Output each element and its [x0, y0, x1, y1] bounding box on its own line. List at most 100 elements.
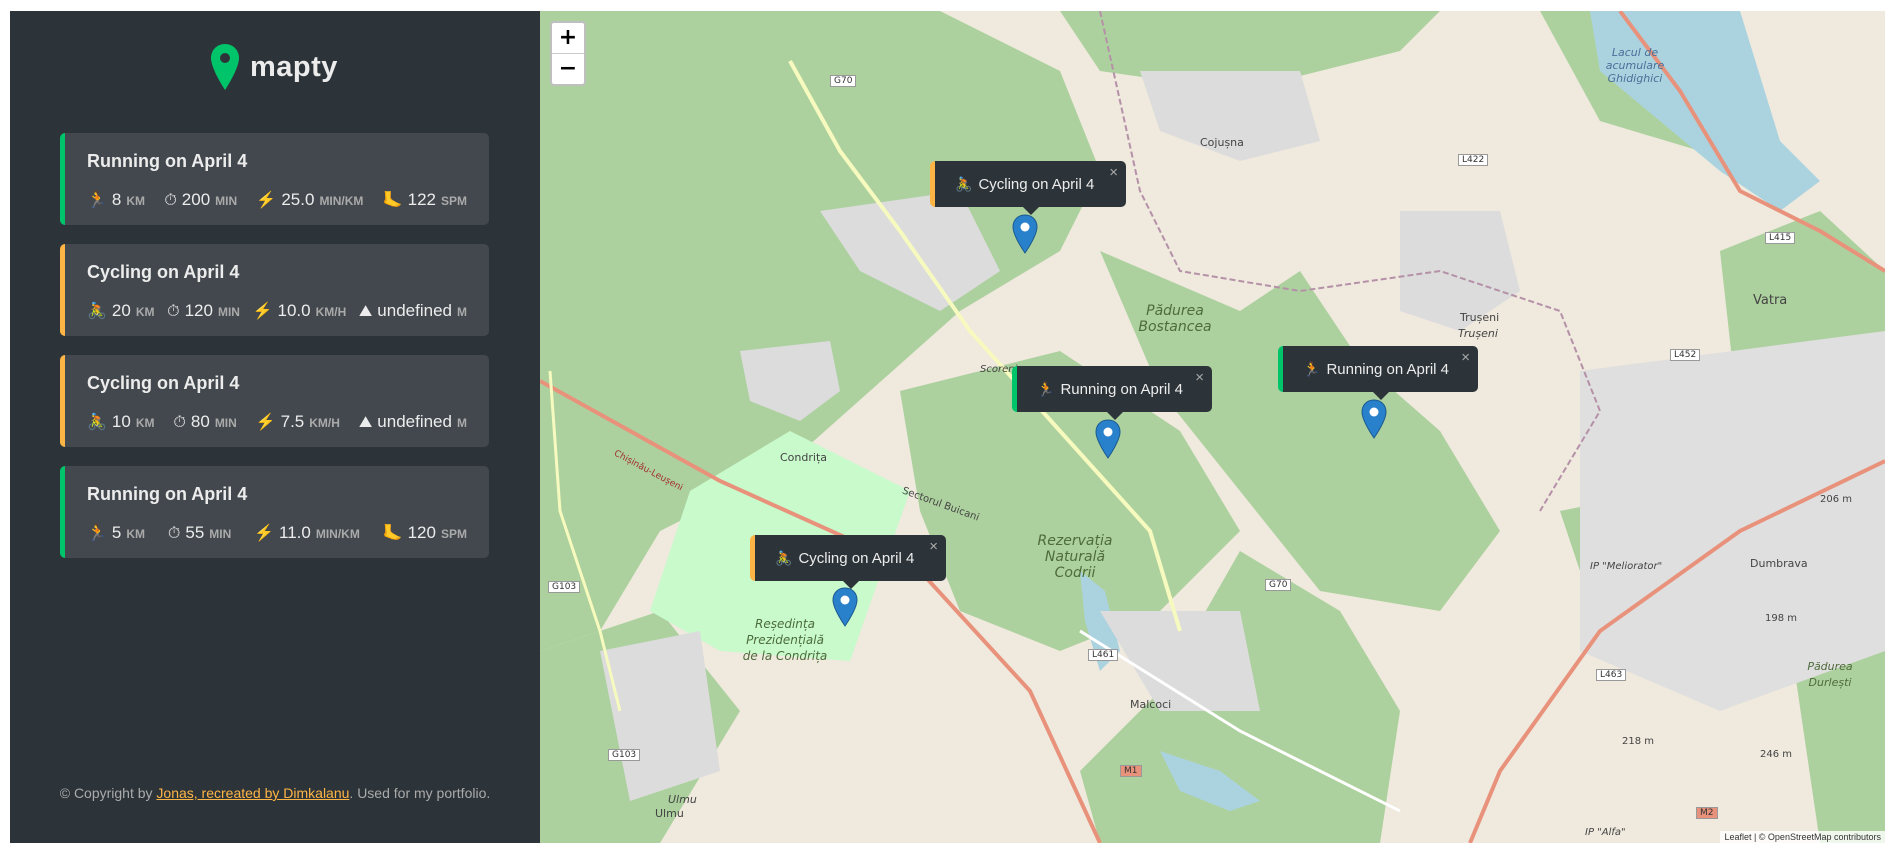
- map-marker-icon[interactable]: [832, 587, 858, 627]
- author-link[interactable]: Jonas, recreated by Dimkalanu: [156, 785, 349, 801]
- map[interactable]: + − Cojușna Condrița Trușeni Trușeni Vat…: [540, 11, 1885, 843]
- place-label: Vatra: [1753, 293, 1788, 308]
- detail-value: 25.0: [281, 190, 315, 209]
- detail-unit: M: [456, 305, 467, 319]
- workout-card[interactable]: Cycling on April 4 🚴 20 KM ⏱ 120 MIN ⚡ 10.0 KM…: [60, 244, 489, 336]
- workout-type-bar: [60, 355, 65, 447]
- mountain-icon: ⛰: [358, 303, 373, 320]
- detail-value: 122: [407, 190, 436, 209]
- road-sign: L415: [1765, 232, 1796, 244]
- popup-tip: [1106, 412, 1123, 420]
- logo: mapty: [210, 42, 338, 92]
- close-icon[interactable]: ×: [1461, 349, 1470, 366]
- place-label: Trușeni: [1458, 327, 1498, 340]
- workout-list: Running on April 4 🏃 8 KM ⏱ 200 MIN ⚡ 25.0 MIN…: [60, 133, 489, 577]
- map-pin-icon: [211, 44, 239, 90]
- popup-text: Cycling on April 4: [978, 175, 1095, 193]
- stopwatch-icon: ⏱: [167, 303, 180, 320]
- workout-type-bar: [60, 244, 65, 336]
- close-icon[interactable]: ×: [1109, 164, 1118, 181]
- workout-detail-pace: ⚡ 11.0 MIN/KM: [254, 523, 360, 543]
- workout-card[interactable]: Running on April 4 🏃 5 KM ⏱ 55 MIN ⚡ 11.0 MIN/…: [60, 466, 489, 558]
- detail-unit: MIN/KM: [315, 527, 360, 541]
- mountain-icon: ⛰: [358, 414, 373, 431]
- road-sign: L463: [1596, 669, 1627, 681]
- workout-detail-distance: 🚴 20 KM: [87, 301, 155, 321]
- detail-value: 5: [111, 523, 122, 542]
- copyright-prefix: © Copyright by: [59, 785, 157, 801]
- workout-details: 🚴 10 KM ⏱ 80 MIN ⚡ 7.5 KM/H ⛰ undefined M: [87, 412, 467, 432]
- detail-unit: KM: [126, 194, 146, 208]
- workout-title: Cycling on April 4: [87, 262, 240, 282]
- detail-unit: MIN/KM: [319, 194, 364, 208]
- detail-unit: KM: [126, 527, 146, 541]
- runner-icon: 🏃: [1037, 380, 1055, 397]
- runner-icon: 🏃: [87, 525, 107, 542]
- workout-popup[interactable]: 🏃 Running on April 4 ×: [1012, 366, 1212, 420]
- foot-icon: 🦶: [382, 525, 403, 542]
- place-label: Condrița: [780, 451, 827, 464]
- map-marker-icon[interactable]: [1012, 214, 1038, 254]
- lightning-icon: ⚡: [254, 525, 275, 542]
- detail-value: 55: [185, 523, 205, 542]
- detail-unit: M: [456, 416, 467, 430]
- map-attribution[interactable]: Leaflet | © OpenStreetMap contributors: [1720, 831, 1885, 843]
- place-label: 198 m: [1765, 613, 1798, 624]
- detail-value: 120: [407, 523, 436, 542]
- stopwatch-icon: ⏱: [164, 192, 177, 209]
- zoom-out-button[interactable]: −: [552, 54, 584, 84]
- detail-unit: KM/H: [309, 416, 340, 430]
- map-marker-icon[interactable]: [1361, 399, 1387, 439]
- map-marker-icon[interactable]: [1095, 419, 1121, 459]
- place-label: Reședința Prezidențială de la Condrița: [742, 617, 828, 663]
- place-label: 218 m: [1622, 736, 1655, 747]
- zoom-in-button[interactable]: +: [552, 23, 584, 54]
- workout-popup[interactable]: 🏃 Running on April 4 ×: [1278, 346, 1478, 400]
- detail-value: 10: [111, 412, 131, 431]
- place-label: Malcoci: [1130, 698, 1172, 711]
- runner-icon: 🏃: [1303, 360, 1321, 377]
- sidebar: mapty Running on April 4 🏃 8 KM ⏱ 200 MIN ⚡ 2…: [10, 11, 540, 843]
- place-label: Ulmu: [655, 807, 684, 820]
- detail-value: 80: [190, 412, 210, 431]
- attribution-text: Leaflet | © OpenStreetMap contributors: [1724, 832, 1881, 842]
- detail-unit: MIN: [209, 527, 232, 541]
- workout-popup[interactable]: 🚴 Cycling on April 4 ×: [930, 161, 1126, 215]
- detail-value: 8: [111, 190, 122, 209]
- copyright-suffix: . Used for my portfolio.: [349, 785, 491, 801]
- workout-detail-duration: ⏱ 80 MIN: [173, 412, 236, 432]
- workout-detail-distance: 🚴 10 KM: [87, 412, 155, 432]
- close-icon[interactable]: ×: [929, 538, 938, 555]
- logo-text: mapty: [250, 50, 338, 83]
- workout-card[interactable]: Cycling on April 4 🚴 10 KM ⏱ 80 MIN ⚡ 7.5 KM/H…: [60, 355, 489, 447]
- lightning-icon: ⚡: [256, 192, 277, 209]
- place-label: Pădurea Bostancea: [1138, 303, 1212, 335]
- workout-card[interactable]: Running on April 4 🏃 8 KM ⏱ 200 MIN ⚡ 25.0 MIN…: [60, 133, 489, 225]
- road-sign: G70: [1265, 579, 1292, 591]
- cyclist-icon: 🚴: [775, 549, 793, 566]
- road-sign: M1: [1120, 765, 1142, 777]
- app: mapty Running on April 4 🏃 8 KM ⏱ 200 MIN ⚡ 2…: [10, 11, 1885, 843]
- workout-detail-pace: ⚡ 25.0 MIN/KM: [256, 190, 363, 210]
- place-label: Pădurea Durlești: [1807, 660, 1853, 689]
- lightning-icon: ⚡: [255, 414, 276, 431]
- cyclist-icon: 🚴: [87, 303, 107, 320]
- workout-popup[interactable]: 🚴 Cycling on April 4 ×: [750, 535, 946, 589]
- detail-unit: MIN: [214, 416, 237, 430]
- workout-detail-distance: 🏃 8 KM: [87, 190, 145, 210]
- place-label: 246 m: [1760, 749, 1793, 760]
- workout-detail-speed: ⚡ 7.5 KM/H: [256, 412, 340, 432]
- road-sign: L461: [1088, 649, 1119, 661]
- workout-detail-distance: 🏃 5 KM: [87, 523, 145, 543]
- popup-text: Running on April 4: [1326, 360, 1450, 378]
- detail-unit: MIN: [217, 305, 240, 319]
- stopwatch-icon: ⏱: [173, 414, 186, 431]
- close-icon[interactable]: ×: [1195, 369, 1204, 386]
- workout-type-bar: [60, 133, 65, 225]
- detail-unit: KM: [135, 305, 155, 319]
- road-sign: G70: [830, 75, 857, 87]
- popup-text: Cycling on April 4: [798, 549, 915, 567]
- workout-detail-cadence: 🦶 122 SPM: [383, 190, 467, 210]
- road-sign: G103: [608, 749, 641, 761]
- place-label: 206 m: [1820, 494, 1853, 505]
